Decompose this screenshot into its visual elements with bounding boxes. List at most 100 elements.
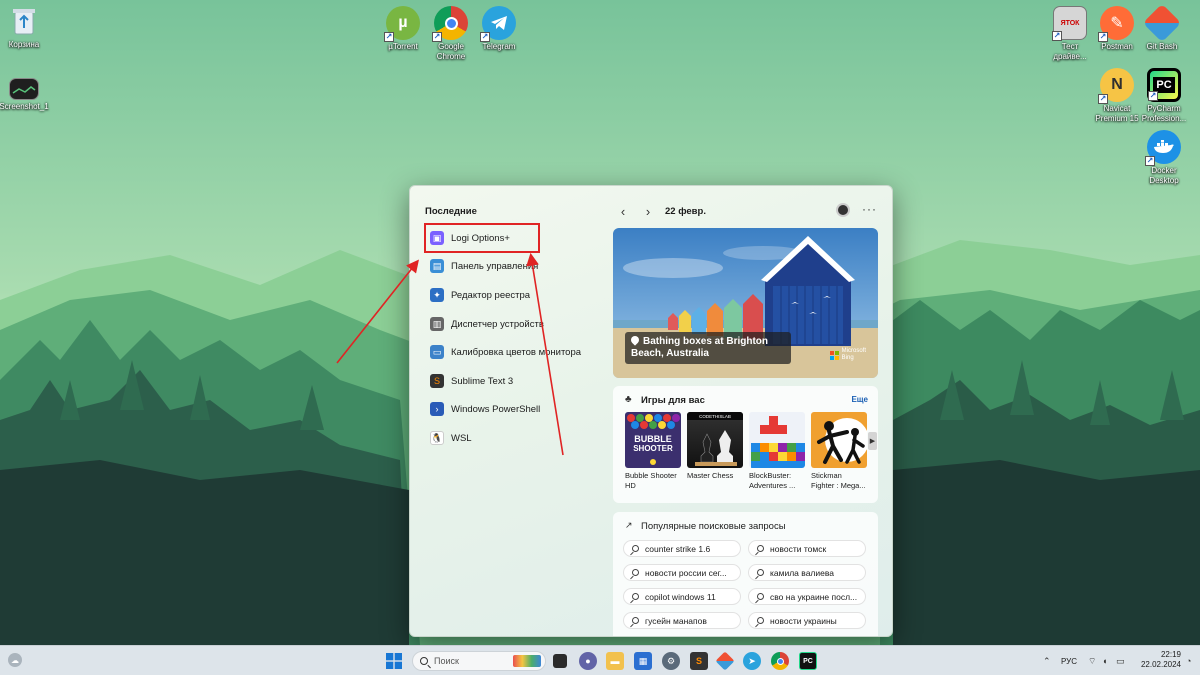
desktop-icon-label: Git Bash: [1146, 42, 1178, 51]
game-thumbnail: CODETHISLAB: [687, 412, 743, 468]
desktop-icon-git-bash[interactable]: Git Bash: [1125, 3, 1199, 52]
game-name: Stickman Fighter : Mega...: [811, 471, 866, 490]
trend-chip[interactable]: новости украины: [748, 612, 866, 629]
trend-chip[interactable]: камила валиева: [748, 564, 866, 581]
clock-time: 22:19: [1160, 650, 1181, 659]
trend-chip[interactable]: counter strike 1.6: [623, 540, 741, 557]
recent-item-sublime-text[interactable]: S Sublime Text 3: [430, 369, 600, 393]
device-manager-icon: ▥: [430, 317, 444, 331]
game-tile-blockbuster[interactable]: BlockBuster: Adventures ...: [749, 412, 806, 491]
control-panel-icon: ▤: [430, 259, 444, 273]
battery-icon[interactable]: ▭: [1116, 656, 1125, 667]
wsl-penguin-icon: 🐧: [430, 431, 444, 445]
search-icon: [632, 593, 639, 600]
games-more-link[interactable]: Еще: [851, 395, 868, 404]
desktop-icon-label: PyCharm Profession...: [1141, 104, 1187, 123]
game-name: BlockBuster: Adventures ...: [749, 471, 796, 490]
game-tile-stickman-fighter[interactable]: Stickman Fighter : Mega...: [811, 412, 868, 491]
recent-item-label: Редактор реестра: [451, 289, 531, 301]
trend-chip[interactable]: copilot windows 11: [623, 588, 741, 605]
git-bash-icon: [1142, 3, 1182, 43]
game-thumbnail: [811, 412, 867, 468]
recent-item-wsl[interactable]: 🐧 WSL: [430, 426, 600, 450]
desktop-icon-telegram[interactable]: ↗ Telegram: [462, 6, 536, 52]
trend-chip[interactable]: новости россии сег...: [623, 564, 741, 581]
settings-gear-icon: ⚙: [666, 655, 676, 666]
notification-bell-icon[interactable]: ◔: [1186, 656, 1191, 666]
taskbar-clock[interactable]: 22:19 22.02.2024: [1135, 650, 1181, 670]
chrome-icon: [776, 657, 784, 665]
taskbar-app-settings[interactable]: ⚙: [662, 652, 680, 670]
games-scroll-right-button[interactable]: ▶: [868, 432, 877, 450]
brand-line-2: Bing: [841, 355, 854, 361]
microsoft-logo-icon: [829, 350, 839, 360]
keyboard-language-indicator[interactable]: РУС: [1061, 657, 1077, 666]
trending-searches-card: ↗ Популярные поисковые запросы counter s…: [613, 512, 878, 636]
hero-image-card[interactable]: Bathing boxes at Brighton Beach, Austral…: [613, 228, 878, 378]
game-tile-bubble-shooter[interactable]: BUBBLE SHOOTER Bubble Shooter HD: [625, 412, 682, 491]
chevron-right-icon: ▶: [869, 438, 876, 445]
volume-icon[interactable]: ◖: [1102, 656, 1107, 666]
tray-overflow-icon[interactable]: ⌃: [1043, 656, 1051, 667]
desktop-icon-label: Screenshot_1: [0, 102, 49, 111]
trend-chip[interactable]: новости томск: [748, 540, 866, 557]
trend-text: камила валиева: [770, 567, 835, 578]
recent-item-control-panel[interactable]: ▤ Панель управления: [430, 254, 600, 278]
desktop-icon-label: Корзина: [8, 40, 40, 49]
trend-chip[interactable]: гусейн манапов: [623, 612, 741, 629]
taskbar-app-pycharm[interactable]: PC: [799, 652, 817, 670]
hero-caption[interactable]: Bathing boxes at Brighton Beach, Austral…: [625, 332, 791, 364]
desktop-icon-recycle-bin[interactable]: Корзина: [0, 4, 61, 50]
pycharm-icon: PC ↗: [1147, 68, 1181, 102]
teams-chat-button[interactable]: ●: [579, 652, 597, 670]
screenshot-file-icon: [9, 78, 39, 100]
microsoft-store-icon: ▦: [638, 655, 648, 666]
taskbar-app-file-explorer[interactable]: ▬: [606, 652, 624, 670]
recent-item-registry-editor[interactable]: ✦ Редактор реестра: [430, 283, 600, 307]
taskbar-app-telegram[interactable]: ➤: [743, 652, 761, 670]
wifi-icon[interactable]: ⌔: [1088, 656, 1096, 667]
start-menu: Последние ▣ Logi Options+ ▤ Панель управ…: [409, 185, 893, 637]
docker-icon: ↗: [1145, 130, 1181, 166]
chevron-right-icon: ›: [645, 203, 651, 219]
taskbar-app-git[interactable]: [715, 651, 735, 671]
start-button[interactable]: [385, 652, 403, 670]
taskbar-app-store[interactable]: ▦: [634, 652, 652, 670]
taskbar: ☁ Поиск ● ▬ ▦ ⚙ S ➤ PC ⌃ РУС ⌔ ◖ ▭ 22:19…: [0, 645, 1200, 675]
desktop-icon-label: Google Chrome: [436, 42, 466, 61]
search-icon: [757, 569, 764, 576]
desktop-icon-screenshot[interactable]: Screenshot_1: [0, 78, 61, 112]
feed-next-button[interactable]: ›: [640, 203, 656, 219]
search-icon: [632, 545, 639, 552]
taskbar-app-chrome[interactable]: [771, 652, 789, 670]
color-calibration-icon: ▭: [430, 345, 444, 359]
weather-widget-button[interactable]: ☁: [8, 653, 22, 667]
trend-text: copilot windows 11: [645, 591, 716, 602]
recent-item-label: Панель управления: [451, 260, 539, 272]
search-icon: [757, 545, 764, 552]
trend-text: новости томск: [770, 543, 827, 554]
desktop-icon-pycharm[interactable]: PC ↗ PyCharm Profession...: [1127, 68, 1200, 123]
recent-item-label: Sublime Text 3: [451, 375, 514, 387]
recent-item-color-calibration[interactable]: ▭ Калибровка цветов монитора: [430, 340, 600, 364]
desktop-icon-docker[interactable]: ↗ Docker Desktop: [1127, 130, 1200, 185]
user-avatar[interactable]: [836, 203, 850, 217]
desktop-icon-label: Docker Desktop: [1149, 166, 1179, 185]
task-view-button[interactable]: [553, 654, 567, 668]
game-tile-master-chess[interactable]: CODETHISLAB Master Chess: [687, 412, 744, 481]
svg-text:BUBBLE: BUBBLE: [634, 434, 672, 444]
recent-item-powershell[interactable]: › Windows PowerShell: [430, 397, 600, 421]
powershell-icon: ›: [430, 402, 444, 416]
trends-title: Популярные поисковые запросы: [641, 521, 786, 532]
trend-chip[interactable]: сво на украине посл...: [748, 588, 866, 605]
game-name: Master Chess: [687, 471, 734, 480]
taskbar-app-sublime[interactable]: S: [690, 652, 708, 670]
feed-prev-button[interactable]: ‹: [615, 203, 631, 219]
more-options-button[interactable]: ···: [862, 202, 877, 216]
chat-icon: ●: [585, 656, 591, 666]
taskbar-search-input[interactable]: Поиск: [412, 651, 546, 671]
search-icon: [420, 657, 428, 665]
recent-item-device-manager[interactable]: ▥ Диспетчер устройств: [430, 312, 600, 336]
recent-section-title: Последние: [425, 206, 477, 217]
trend-text: сво на украине посл...: [770, 591, 858, 602]
